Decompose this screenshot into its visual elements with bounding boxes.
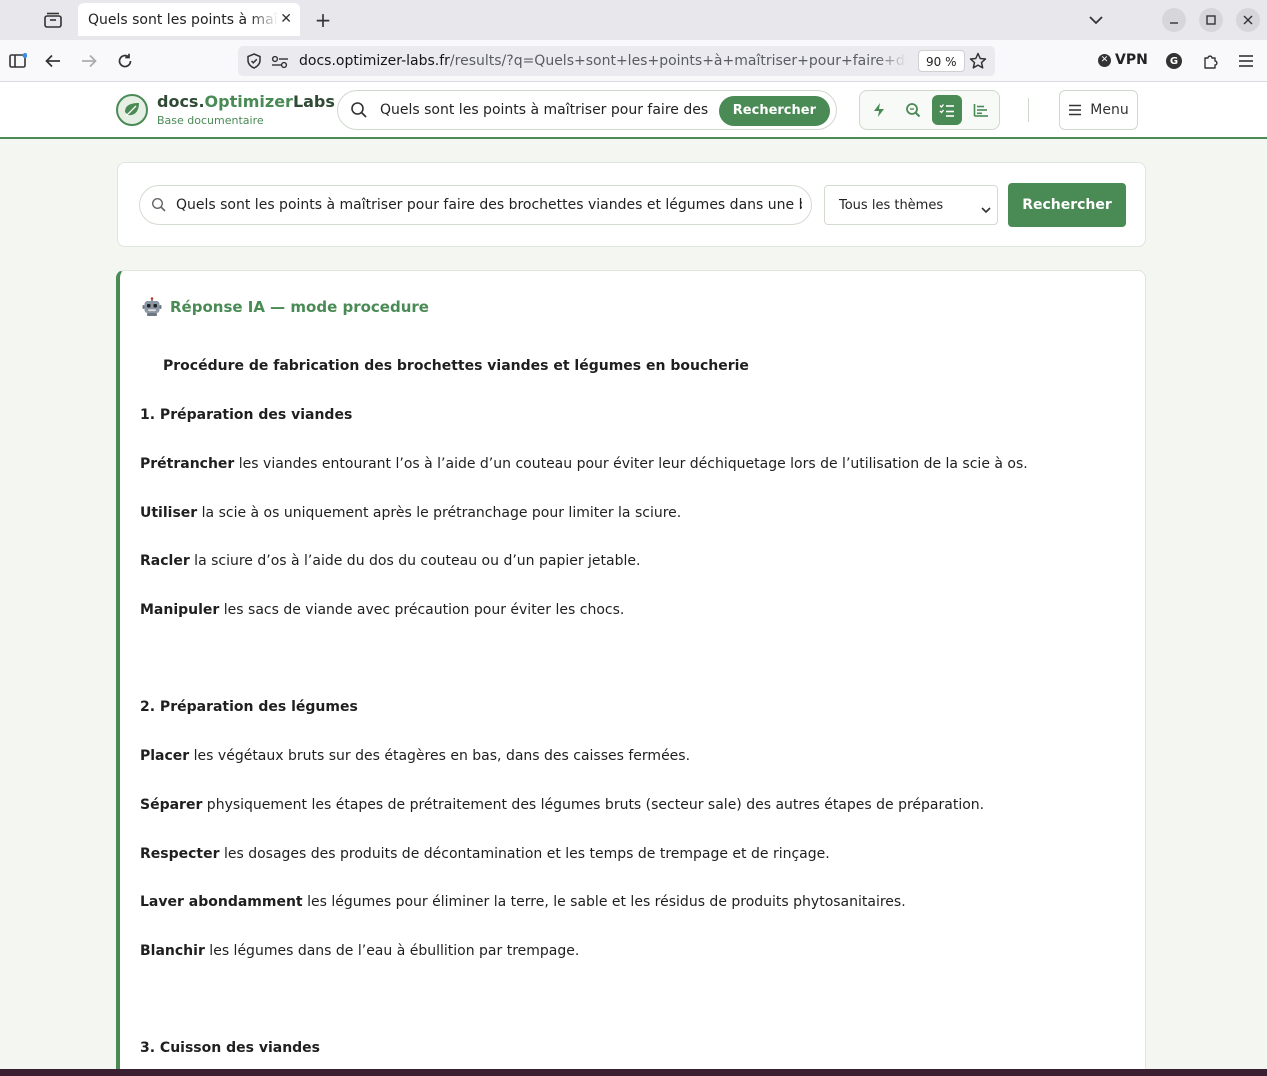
procedure-step: Placer les végétaux bruts sur des étagèr…	[140, 748, 690, 764]
section-heading: 1. Préparation des viandes	[140, 407, 353, 423]
site-logo-name[interactable]: docs.OptimizerLabs	[157, 92, 335, 111]
step-text: les légumes pour éliminer la terre, le s…	[302, 894, 906, 910]
hamburger-menu-icon[interactable]	[1235, 50, 1257, 72]
forward-arrow-icon[interactable]	[78, 50, 100, 72]
vpn-status[interactable]: ✕ VPN	[1098, 52, 1148, 68]
mode-quick-icon[interactable]	[864, 95, 894, 125]
step-verb: Séparer	[140, 797, 203, 813]
site-header: docs.OptimizerLabs Base documentaire Que…	[0, 82, 1267, 139]
procedure-step: Blanchir les légumes dans de l’eau à ébu…	[140, 943, 579, 959]
zoom-level-badge[interactable]: 90 %	[918, 50, 965, 72]
sidebar-toggle-icon[interactable]	[7, 50, 29, 72]
chevron-down-icon	[981, 199, 991, 218]
mode-search-icon[interactable]	[898, 95, 928, 125]
answer-header: Réponse IA — mode procedure	[142, 297, 429, 317]
vpn-off-icon: ✕	[1098, 53, 1111, 67]
header-search-box[interactable]: Quels sont les points à maîtriser pour f…	[337, 90, 837, 130]
procedure-step: Utiliser la scie à os uniquement après l…	[140, 505, 681, 521]
step-text: les légumes dans de l’eau à ébullition p…	[204, 943, 580, 959]
extensions-puzzle-icon[interactable]	[1199, 50, 1221, 72]
step-text: la sciure d’os à l’aide du dos du coutea…	[189, 553, 641, 569]
browser-tab-active[interactable]: Quels sont les points à maîtriser pour f…	[78, 3, 300, 36]
step-text: la scie à os uniquement après le prétran…	[197, 505, 682, 521]
header-search-button[interactable]: Rechercher	[718, 96, 830, 126]
mode-procedure-icon[interactable]	[932, 95, 962, 125]
logo-accent-labs: Labs	[292, 92, 335, 111]
step-verb: Respecter	[140, 846, 220, 862]
menu-label: Menu	[1090, 102, 1129, 118]
procedure-title: Procédure de fabrication des brochettes …	[163, 358, 749, 374]
logo-accent-optimizer: Optimizer	[204, 92, 293, 111]
procedure-step: Prétrancher les viandes entourant l’os à…	[140, 456, 1028, 472]
menu-button[interactable]: Menu	[1059, 90, 1138, 130]
menu-bars-icon	[1069, 104, 1082, 116]
step-verb: Utiliser	[140, 505, 198, 521]
search-icon	[151, 197, 167, 217]
mode-summary-icon[interactable]	[966, 95, 996, 125]
procedure-step: Respecter les dosages des produits de dé…	[140, 846, 830, 862]
minimize-window-button[interactable]	[1162, 8, 1186, 32]
search-icon	[350, 101, 368, 123]
logo-prefix: docs.	[157, 92, 205, 111]
profile-letter: G	[1166, 53, 1182, 69]
section-heading: 3. Cuisson des viandes	[140, 1040, 321, 1056]
leaf-logo-icon[interactable]	[116, 94, 148, 126]
main-search-button[interactable]: Rechercher	[1008, 183, 1126, 227]
step-text: les viandes entourant l’os à l’aide d’un…	[234, 456, 1028, 472]
tab-overview-icon[interactable]	[42, 9, 64, 31]
maximize-window-button[interactable]	[1199, 8, 1223, 32]
site-logo-subtitle: Base documentaire	[157, 114, 264, 127]
robot-icon	[142, 297, 162, 316]
header-divider	[1028, 98, 1029, 122]
procedure-step: Séparer physiquement les étapes de prétr…	[140, 797, 984, 813]
browser-nav-bar: docs.optimizer-labs.fr/results/?q=Quels+…	[0, 40, 1267, 82]
vpn-label: VPN	[1115, 52, 1148, 68]
step-text: les végétaux bruts sur des étagères en b…	[189, 748, 691, 764]
close-window-button[interactable]	[1236, 8, 1260, 32]
main-search-input[interactable]: Quels sont les points à maîtriser pour f…	[176, 197, 802, 213]
close-tab-icon[interactable]: ✕	[280, 11, 292, 27]
step-verb: Racler	[140, 553, 190, 569]
procedure-step: Manipuler les sacs de viande avec précau…	[140, 602, 624, 618]
url-text[interactable]: docs.optimizer-labs.fr/results/?q=Quels+…	[299, 53, 907, 69]
tracking-shield-icon[interactable]	[246, 53, 262, 73]
url-bar[interactable]: docs.optimizer-labs.fr/results/?q=Quels+…	[238, 46, 995, 76]
section-heading: 2. Préparation des légumes	[140, 699, 358, 715]
procedure-step: Laver abondamment les légumes pour élimi…	[140, 894, 906, 910]
mode-switcher	[859, 90, 1000, 130]
desktop-taskbar-edge	[0, 1069, 1267, 1076]
step-verb: Placer	[140, 748, 190, 764]
url-path: /results/?q=Quels+sont+les+points+à+maît…	[449, 53, 907, 69]
theme-select-value: Tous les thèmes	[839, 198, 944, 213]
step-verb: Prétrancher	[140, 456, 235, 472]
step-verb: Laver abondamment	[140, 894, 303, 910]
ai-answer-card: Réponse IA — mode procedure Procédure de…	[116, 270, 1146, 1076]
procedure-step: Racler la sciure d’os à l’aide du dos du…	[140, 553, 640, 569]
tab-list-chevron-icon[interactable]	[1085, 9, 1107, 31]
theme-select[interactable]: Tous les thèmes	[824, 185, 998, 225]
reload-icon[interactable]	[114, 50, 136, 72]
step-text: physiquement les étapes de prétraitement…	[202, 797, 985, 813]
search-card: Quels sont les points à maîtriser pour f…	[117, 162, 1146, 247]
step-text: les dosages des produits de décontaminat…	[219, 846, 830, 862]
answer-header-label: Réponse IA — mode procedure	[170, 298, 429, 316]
profile-extension-icon[interactable]: G	[1163, 50, 1185, 72]
browser-tab-bar: Quels sont les points à maîtriser pour f…	[0, 0, 1267, 40]
site-permissions-icon[interactable]	[271, 54, 289, 73]
url-host: docs.optimizer-labs.fr	[299, 53, 450, 69]
main-search-box[interactable]: Quels sont les points à maîtriser pour f…	[139, 185, 812, 225]
header-search-input[interactable]: Quels sont les points à maîtriser pour f…	[380, 102, 710, 118]
step-verb: Manipuler	[140, 602, 220, 618]
tab-title: Quels sont les points à maîtriser pour f…	[88, 11, 278, 28]
new-tab-button[interactable]: +	[312, 8, 334, 32]
bookmark-star-icon[interactable]	[969, 52, 987, 74]
back-arrow-icon[interactable]	[42, 50, 64, 72]
step-text: les sacs de viande avec précaution pour …	[219, 602, 625, 618]
step-verb: Blanchir	[140, 943, 205, 959]
